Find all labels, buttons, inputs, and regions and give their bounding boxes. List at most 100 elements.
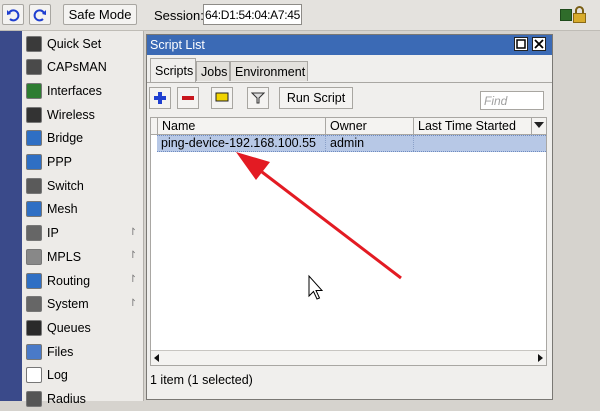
submenu-arrow-icon: ↾ <box>128 226 137 238</box>
remove-button[interactable] <box>177 87 199 109</box>
menu-item-label: Log <box>47 368 68 383</box>
scroll-left-icon[interactable] <box>154 354 159 362</box>
menu-item-mesh[interactable]: Mesh <box>22 198 143 221</box>
table-row[interactable]: ping-device-192.168.100.55 admin <box>157 135 546 152</box>
run-script-button[interactable]: Run Script <box>279 87 353 109</box>
menu-item-label: Radius <box>47 392 86 406</box>
menu-item-radius[interactable]: Radius <box>22 388 143 411</box>
bridge-icon <box>26 130 42 147</box>
menu-item-mpls[interactable]: MPLS ↾ <box>22 245 143 268</box>
menu-item-label: Quick Set <box>47 36 102 51</box>
column-header-last-time-started[interactable]: Last Time Started <box>414 118 532 134</box>
menu-item-wireless[interactable]: Wireless <box>22 103 143 126</box>
submenu-arrow-icon: ↾ <box>128 274 137 285</box>
menu-item-log[interactable]: Log <box>22 364 143 387</box>
add-button[interactable] <box>149 87 171 109</box>
menu-item-queues[interactable]: Queues <box>22 316 143 339</box>
tab-environment[interactable]: Environment <box>230 61 308 81</box>
main-menu: Quick Set CAPsMAN Interfaces Wireless Bridge… <box>22 31 144 407</box>
session-field[interactable]: 64:D1:54:04:A7:45 <box>203 4 302 25</box>
menu-item-label: Mesh <box>47 202 78 217</box>
table-header: Name Owner Last Time Started <box>151 118 546 135</box>
menu-item-bridge[interactable]: Bridge <box>22 127 143 150</box>
menu-item-switch[interactable]: Switch <box>22 174 143 197</box>
horizontal-scrollbar[interactable] <box>151 350 546 365</box>
menu-item-label: System <box>47 297 89 312</box>
menu-item-label: IP <box>47 226 59 241</box>
menu-item-label: CAPsMAN <box>47 60 107 75</box>
cell-owner: admin <box>326 136 414 151</box>
script-list-window: Script List Scripts Jobs Environment Run… <box>146 34 553 400</box>
connection-status-icon <box>560 9 572 21</box>
ip-icon <box>26 225 42 242</box>
submenu-arrow-icon: ↾ <box>128 250 137 262</box>
undo-button[interactable] <box>2 4 24 25</box>
tab-jobs[interactable]: Jobs <box>196 61 230 81</box>
menu-item-label: Wireless <box>47 107 95 122</box>
left-rail <box>0 31 22 401</box>
menu-item-label: PPP <box>47 155 73 169</box>
scripts-table: Name Owner Last Time Started ping-device… <box>150 117 547 366</box>
routing-icon <box>26 272 42 289</box>
wireless-icon <box>26 106 42 123</box>
cell-name: ping-device-192.168.100.55 <box>157 136 326 151</box>
window-title: Script List <box>150 38 205 52</box>
status-text: 1 item (1 selected) <box>150 373 253 387</box>
menu-item-system[interactable]: System ↾ <box>22 293 143 316</box>
redo-icon <box>33 8 46 21</box>
menu-item-files[interactable]: Files <box>22 340 143 363</box>
column-header-owner[interactable]: Owner <box>326 118 414 134</box>
maximize-icon <box>516 39 526 49</box>
comment-icon <box>215 92 229 102</box>
menu-item-label: Routing <box>47 273 91 288</box>
system-icon <box>26 296 42 313</box>
remove-icon <box>182 96 194 100</box>
menu-item-capsman[interactable]: CAPsMAN <box>22 56 143 79</box>
interfaces-icon <box>26 82 42 99</box>
comment-button[interactable] <box>211 87 233 109</box>
menu-item-quick-set[interactable]: Quick Set <box>22 32 143 55</box>
ppp-icon <box>26 154 42 170</box>
undo-icon <box>7 8 20 21</box>
menu-item-label: MPLS <box>47 249 82 264</box>
column-header-name[interactable]: Name <box>157 118 326 134</box>
redo-button[interactable] <box>29 4 51 25</box>
menu-item-label: Interfaces <box>47 83 102 98</box>
menu-item-routing[interactable]: Routing ↾ <box>22 269 143 292</box>
filter-button[interactable] <box>247 87 269 109</box>
radius-icon <box>26 391 42 407</box>
menu-item-label: Bridge <box>47 131 84 146</box>
close-icon <box>534 39 544 49</box>
filter-icon <box>251 92 265 104</box>
menu-item-label: Switch <box>47 178 84 193</box>
files-icon <box>26 343 42 360</box>
submenu-arrow-icon: ↾ <box>128 297 137 309</box>
top-toolbar: Safe Mode Session: 64:D1:54:04:A7:45 <box>0 0 600 31</box>
scroll-right-icon[interactable] <box>538 354 543 362</box>
switch-icon <box>26 177 42 194</box>
menu-item-ppp[interactable]: PPP <box>22 151 143 174</box>
cell-last-time-started <box>414 136 548 151</box>
menu-item-label: Queues <box>47 320 91 335</box>
action-bar: Run Script Find <box>147 83 552 115</box>
close-button[interactable] <box>532 37 546 51</box>
window-titlebar[interactable]: Script List <box>147 35 552 55</box>
find-input[interactable]: Find <box>480 91 544 110</box>
session-label: Session: <box>154 8 204 23</box>
tab-scripts[interactable]: Scripts <box>150 58 196 82</box>
log-icon <box>26 367 42 384</box>
menu-item-ip[interactable]: IP ↾ <box>22 222 143 245</box>
quickset-icon <box>26 35 42 52</box>
safe-mode-button[interactable]: Safe Mode <box>63 4 137 25</box>
tab-strip: Scripts Jobs Environment <box>147 55 552 83</box>
lock-body <box>573 13 586 23</box>
add-icon <box>154 92 166 104</box>
menu-item-interfaces[interactable]: Interfaces <box>22 79 143 102</box>
mpls-icon <box>26 248 42 265</box>
maximize-button[interactable] <box>514 37 528 51</box>
queues-icon <box>26 319 42 336</box>
mesh-icon <box>26 201 42 218</box>
capsman-icon <box>26 59 42 76</box>
column-dropdown-icon[interactable] <box>534 122 544 128</box>
menu-item-label: Files <box>47 344 74 359</box>
